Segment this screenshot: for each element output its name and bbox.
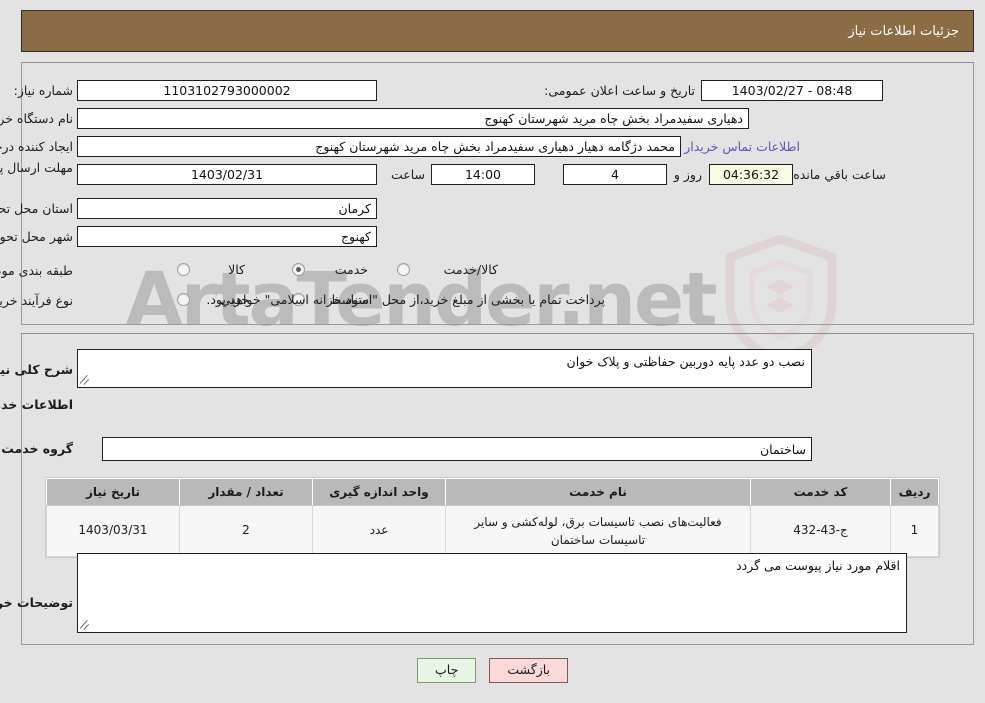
table-row: 1 ج-43-432 فعالیت‌های نصب تاسیسات برق، ل… — [46, 505, 939, 557]
need-info-panel — [21, 62, 974, 325]
cell-service-name: فعالیت‌های نصب تاسیسات برق، لوله‌کشی و س… — [445, 505, 751, 557]
buyer-notes-label: توضیحات خریدار: — [0, 595, 73, 610]
need-description-label: شرح کلی نیاز: — [0, 362, 73, 377]
page-header: جزئیات اطلاعات نیاز — [21, 10, 974, 52]
page-title: جزئیات اطلاعات نیاز — [848, 23, 959, 39]
radio-category-service[interactable] — [292, 263, 305, 276]
resize-grip-icon[interactable] — [80, 619, 92, 631]
col-service-code: کد خدمت — [750, 478, 891, 506]
buyer-org-field[interactable]: دهیاری سفیدمراد بخش چاه مرید شهرستان کهن… — [77, 108, 749, 129]
delivery-province-field[interactable]: کرمان — [77, 198, 377, 219]
services-table-head: ردیف کد خدمت نام خدمت واحد اندازه گیری ت… — [46, 478, 939, 506]
print-button[interactable]: چاپ — [417, 658, 477, 684]
radio-category-goods[interactable] — [177, 263, 190, 276]
back-button[interactable]: بازگشت — [489, 658, 569, 684]
need-description-textarea[interactable]: نصب دو عدد پایه دوربین حفاظتی و پلاک خوا… — [77, 349, 812, 388]
announce-datetime-label: تاریخ و ساعت اعلان عمومی: — [544, 83, 695, 98]
radio-category-goods-service-label: کالا/خدمت — [443, 262, 498, 277]
cell-quantity: 2 — [179, 505, 313, 557]
cell-service-code: ج-43-432 — [750, 505, 891, 557]
radio-category-service-label: خدمت — [334, 262, 368, 277]
col-need-date: تاریخ نیاز — [46, 478, 180, 506]
radio-category-goods-service[interactable] — [397, 263, 410, 276]
need-number-field[interactable]: 1103102793000002 — [77, 80, 377, 101]
col-unit: واحد اندازه گیری — [312, 478, 446, 506]
response-deadline-label-text: مهلت ارسال پاسخ: تا تاریخ: — [0, 160, 73, 175]
services-table-wrapper: ردیف کد خدمت نام خدمت واحد اندازه گیری ت… — [45, 477, 940, 558]
service-group-field[interactable]: ساختمان — [102, 437, 812, 461]
page-root: ArtaTender.net جزئیات اطلاعات نیاز شماره… — [0, 0, 985, 703]
purchase-process-label: نوع فرآیند خرید : — [0, 293, 73, 308]
deadline-date-field[interactable]: 1403/02/31 — [77, 164, 377, 185]
deadline-hour-label: ساعت — [390, 167, 425, 182]
need-number-label: شماره نیاز: — [13, 83, 73, 98]
services-table-body: 1 ج-43-432 فعالیت‌های نصب تاسیسات برق، ل… — [46, 505, 939, 557]
cell-need-date: 1403/03/31 — [46, 505, 180, 557]
response-deadline-label: مهلت ارسال پاسخ: تا تاریخ: — [0, 160, 73, 177]
buyer-org-label: نام دستگاه خریدار: — [0, 111, 73, 126]
delivery-city-label: شهر محل تحویل: — [0, 229, 73, 244]
table-header-row: ردیف کد خدمت نام خدمت واحد اندازه گیری ت… — [46, 478, 939, 506]
resize-grip-icon[interactable] — [80, 374, 92, 386]
delivery-province-label: استان محل تحویل: — [0, 201, 73, 216]
radio-category-goods-label: کالا — [228, 262, 245, 277]
subject-category-label: طبقه بندی موضوعی: — [0, 263, 73, 278]
delivery-city-field[interactable]: کهنوج — [77, 226, 377, 247]
remaining-days-field[interactable]: 4 — [563, 164, 667, 185]
cell-unit: عدد — [312, 505, 446, 557]
buyer-notes-textarea[interactable]: اقلام مورد نیاز پیوست می گردد — [77, 553, 907, 633]
need-description-value: نصب دو عدد پایه دوربین حفاظتی و پلاک خوا… — [566, 354, 805, 369]
services-table: ردیف کد خدمت نام خدمت واحد اندازه گیری ت… — [46, 478, 939, 557]
countdown-timer-suffix: ساعت باقي مانده — [793, 167, 886, 182]
islamic-treasury-note: پرداخت تمام یا بخشی از مبلغ خرید،از محل … — [206, 292, 605, 307]
deadline-hour-field[interactable]: 14:00 — [431, 164, 535, 185]
cell-row-no: 1 — [890, 505, 939, 557]
col-row-no: ردیف — [890, 478, 939, 506]
col-service-name: نام خدمت — [445, 478, 751, 506]
action-button-bar: بازگشت چاپ — [0, 658, 985, 684]
radio-process-minor[interactable] — [177, 293, 190, 306]
announce-datetime-field[interactable]: 08:48 - 1403/02/27 — [701, 80, 883, 101]
service-group-label: گروه خدمت: — [0, 441, 73, 456]
buyer-notes-value: اقلام مورد نیاز پیوست می گردد — [736, 558, 900, 573]
services-section-heading: اطلاعات خدمات مورد نیاز — [0, 397, 73, 412]
remaining-days-suffix: روز و — [673, 167, 702, 182]
request-creator-field[interactable]: محمد دژگامه دهیار دهیاری سفیدمراد بخش چا… — [77, 136, 681, 157]
request-creator-label: ایجاد کننده درخواست: — [0, 139, 73, 154]
buyer-contact-link[interactable]: اطلاعات تماس خریدار — [684, 139, 800, 154]
col-quantity: تعداد / مقدار — [179, 478, 313, 506]
countdown-timer-field: 04:36:32 — [709, 164, 793, 185]
